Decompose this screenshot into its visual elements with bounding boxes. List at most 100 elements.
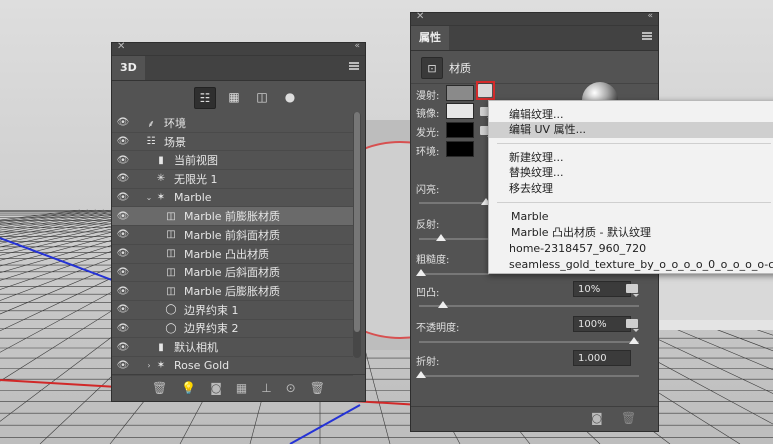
visibility-eye-icon[interactable]: 👁: [112, 323, 134, 334]
menu-item-replace-texture[interactable]: 替换纹理...: [509, 165, 564, 181]
layer-row[interactable]: 👁 ◫ Marble 前膨胀材质: [112, 207, 353, 227]
reflection-slider[interactable]: [419, 238, 489, 240]
layer-label: 默认相机: [174, 341, 218, 355]
reflection-slider-knob[interactable]: [436, 234, 446, 241]
panel-titlebar[interactable]: ✕ «: [411, 11, 658, 26]
add-object-icon[interactable]: ⊙: [286, 381, 296, 395]
ground-icon[interactable]: ⊥: [261, 381, 271, 395]
menu-item-edit-uv[interactable]: 编辑 UV 属性...: [509, 122, 586, 138]
refraction-slider-knob[interactable]: [416, 371, 426, 378]
layer-row[interactable]: 👁 ◫ Marble 后斜面材质: [112, 264, 353, 283]
close-icon[interactable]: ✕: [416, 11, 424, 22]
menu-divider: [497, 143, 771, 144]
opacity-slider[interactable]: [419, 341, 639, 343]
scene-filter-icon[interactable]: ☷: [194, 87, 216, 109]
layer-row[interactable]: 👁 ◯ 边界约束 1: [112, 301, 353, 320]
layer-row[interactable]: 👁 ▮ 默认相机: [112, 338, 353, 357]
menu-item-texture-marble[interactable]: Marble: [511, 209, 549, 225]
visibility-eye-icon[interactable]: 👁: [112, 360, 134, 371]
3d-panel: ✕ « 3D ☷ ▦ ◫ ● 👁 ⸙ 环境 👁 ☷ 场景 👁 ▮ 当前视图 👁 ✳ 无限光 1 👁 ⌄ ✶ M…: [111, 41, 366, 402]
scrollbar-thumb[interactable]: [354, 112, 360, 332]
menu-item-edit-texture[interactable]: 编辑纹理...: [509, 107, 564, 123]
layer-scrollbar[interactable]: [353, 112, 361, 358]
visibility-eye-icon[interactable]: 👁: [112, 229, 134, 240]
panel-tab-row: 3D: [112, 56, 365, 81]
mesh-filter-icon[interactable]: ▦: [224, 87, 244, 107]
roughness-slider[interactable]: [419, 273, 489, 275]
layer-row[interactable]: 👁 ◫ Marble 凸出材质: [112, 245, 353, 264]
layer-row[interactable]: 👁 ☷ 场景: [112, 133, 353, 152]
light-filter-icon[interactable]: ●: [280, 87, 300, 107]
menu-item-new-texture[interactable]: 新建纹理...: [509, 150, 564, 166]
environment-icon: ⸙: [147, 118, 155, 130]
menu-item-texture-home[interactable]: home-2318457_960_720: [509, 241, 646, 257]
roughness-label: 粗糙度:: [416, 255, 450, 266]
layer-row[interactable]: 👁 ◯ 边界约束 2: [112, 320, 353, 339]
shine-slider[interactable]: [419, 202, 489, 204]
opacity-field[interactable]: 100%: [573, 316, 631, 332]
add-light-icon[interactable]: 💡: [181, 381, 196, 395]
collapse-icon[interactable]: «: [354, 41, 360, 51]
menu-item-texture-default[interactable]: Marble 凸出材质 - 默认纹理: [511, 225, 651, 241]
opacity-folder-icon[interactable]: [626, 319, 639, 332]
trash-icon[interactable]: 🗑: [621, 411, 636, 425]
visibility-eye-icon[interactable]: 👁: [112, 136, 134, 147]
visibility-eye-icon[interactable]: 👁: [112, 211, 134, 222]
bump-field[interactable]: 10%: [573, 281, 631, 297]
bump-slider-knob[interactable]: [438, 301, 448, 308]
layer-row[interactable]: 👁 ▮ 当前视图: [112, 151, 353, 171]
filter-toolbar: ☷ ▦ ◫ ●: [194, 87, 300, 109]
render-icon[interactable]: ◙: [591, 411, 603, 425]
panel-menu-icon[interactable]: [642, 32, 652, 40]
bump-slider[interactable]: [419, 305, 639, 307]
refraction-slider[interactable]: [419, 375, 639, 377]
ambient-swatch[interactable]: [446, 141, 474, 157]
panel-bottom-toolbar: 🗑 💡 ◙ ▦ ⊥ ⊙ 🗑: [112, 374, 365, 401]
visibility-eye-icon[interactable]: 👁: [112, 192, 134, 203]
reflection-label: 反射:: [416, 220, 440, 231]
diffuse-swatch[interactable]: [446, 85, 474, 101]
opacity-slider-knob[interactable]: [629, 337, 639, 344]
slice-icon[interactable]: ▦: [236, 381, 247, 395]
bump-folder-icon[interactable]: [626, 284, 639, 297]
visibility-eye-icon[interactable]: 👁: [112, 155, 134, 166]
material-tab-icon[interactable]: ⊡: [421, 57, 443, 79]
trash-icon[interactable]: 🗑: [310, 381, 325, 395]
tab-3d[interactable]: 3D: [112, 56, 145, 80]
visibility-eye-icon[interactable]: 👁: [112, 267, 134, 278]
glow-swatch[interactable]: [446, 122, 474, 138]
visibility-eye-icon[interactable]: 👁: [112, 304, 134, 315]
visibility-eye-icon[interactable]: 👁: [112, 248, 134, 259]
highlight-box: [476, 81, 495, 100]
specular-swatch[interactable]: [446, 103, 474, 119]
material-header: ⊡ 材质: [411, 53, 658, 84]
tab-properties[interactable]: 属性: [411, 26, 449, 50]
close-icon[interactable]: ✕: [117, 41, 125, 52]
collapse-icon[interactable]: «: [647, 11, 653, 21]
material-filter-icon[interactable]: ◫: [252, 87, 272, 107]
shine-label: 闪亮:: [416, 185, 440, 196]
roughness-slider-knob[interactable]: [416, 269, 426, 276]
layer-row[interactable]: 👁 ◫ Marble 后膨胀材质: [112, 282, 353, 301]
layer-label: Marble 后斜面材质: [184, 266, 281, 280]
delete-icon[interactable]: 🗑: [152, 381, 167, 395]
visibility-eye-icon[interactable]: 👁: [112, 286, 134, 297]
layer-row[interactable]: 👁 ◫ Marble 前斜面材质: [112, 226, 353, 245]
layer-label: 当前视图: [174, 154, 218, 168]
panel-titlebar[interactable]: ✕ «: [112, 41, 365, 56]
expand-arrow-icon[interactable]: ⌄: [144, 193, 154, 202]
layer-row[interactable]: 👁 ✳ 无限光 1: [112, 170, 353, 189]
visibility-eye-icon[interactable]: 👁: [112, 342, 134, 353]
visibility-eye-icon[interactable]: 👁: [112, 173, 134, 184]
layer-row[interactable]: 👁 ⸙ 环境: [112, 114, 353, 133]
visibility-eye-icon[interactable]: 👁: [112, 117, 134, 128]
layer-row[interactable]: 👁 ⌄ ✶ Marble: [112, 189, 353, 208]
diffuse-label: 漫射:: [416, 91, 440, 102]
menu-item-texture-gold[interactable]: seamless_gold_texture_by_o_o_o_o_0_o_o_o…: [509, 257, 773, 273]
render-icon[interactable]: ◙: [210, 381, 222, 395]
menu-item-remove-texture[interactable]: 移去纹理: [509, 181, 553, 197]
expand-arrow-icon[interactable]: ›: [144, 361, 154, 370]
layer-row[interactable]: 👁 › ✶ Rose Gold: [112, 357, 353, 376]
refraction-field[interactable]: 1.000: [573, 350, 631, 366]
panel-menu-icon[interactable]: [349, 62, 359, 70]
